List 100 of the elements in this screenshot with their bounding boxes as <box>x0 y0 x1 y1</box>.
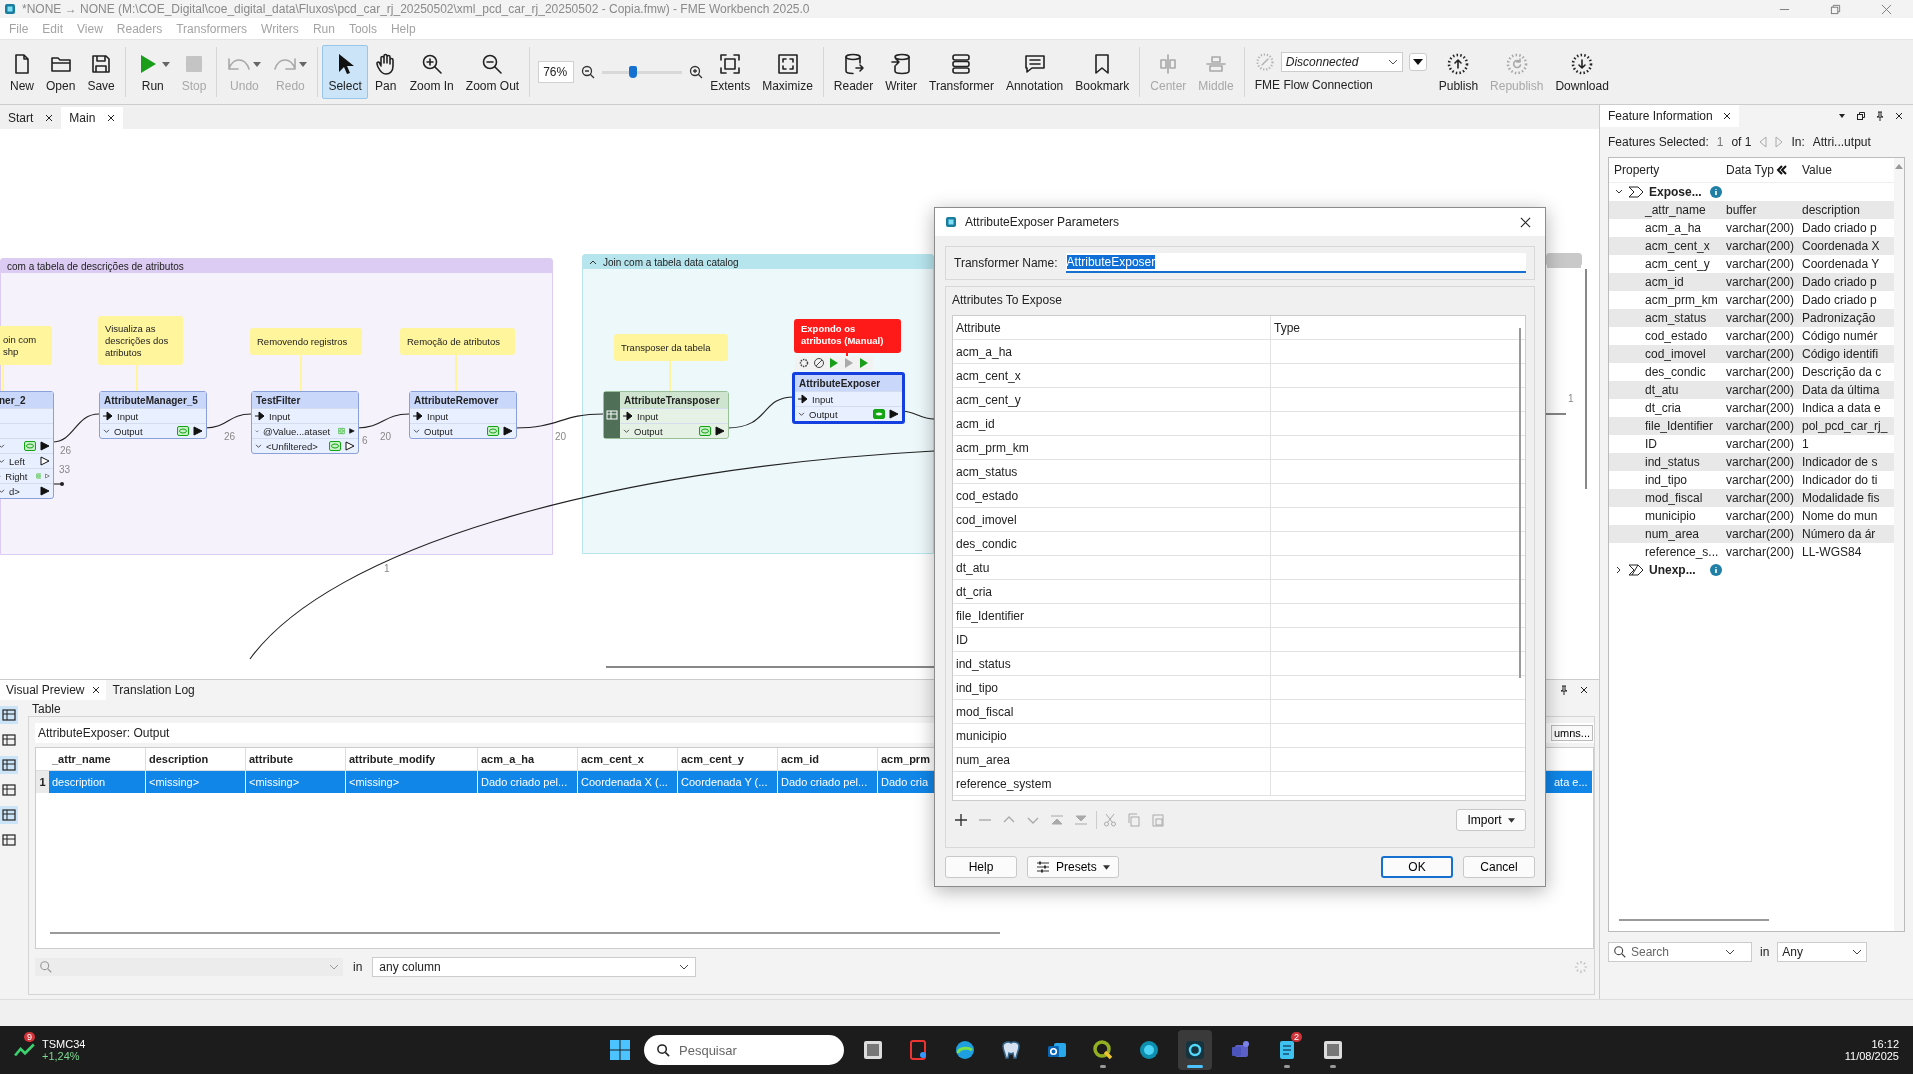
document-tab[interactable]: Start <box>0 107 62 129</box>
close-icon[interactable] <box>1894 111 1904 121</box>
close-icon[interactable] <box>107 114 116 122</box>
close-icon[interactable] <box>1579 685 1589 695</box>
search-field[interactable] <box>35 958 343 976</box>
table-cell[interactable]: acm_cent_y <box>953 388 1271 411</box>
zoom-field[interactable]: 76% <box>538 61 575 83</box>
stock-chart-icon[interactable] <box>14 1042 36 1058</box>
table-cell[interactable]: cod_imovel <box>953 508 1271 531</box>
toolbar-button[interactable]: Annotation <box>999 45 1070 99</box>
toolbar-button[interactable]: New <box>4 45 40 99</box>
float-icon[interactable] <box>1856 111 1866 121</box>
panel-tab[interactable]: Feature Information <box>1600 105 1739 127</box>
zoom-out-icon[interactable] <box>580 64 597 80</box>
expand-icon[interactable] <box>1615 188 1623 196</box>
table-cell[interactable]: des_condic <box>953 532 1271 555</box>
toolbar-button[interactable]: Transformer <box>923 45 1000 99</box>
eye-icon[interactable] <box>177 426 189 436</box>
toolbar-button[interactable]: Publish <box>1432 45 1485 99</box>
toolbar-button[interactable]: Bookmark <box>1069 45 1136 99</box>
table-cell[interactable]: acm_id <box>953 412 1271 435</box>
annotation-note[interactable]: Transposer da tabela <box>614 334 728 391</box>
taskbar-app[interactable] <box>1178 1030 1212 1070</box>
zoom-slider[interactable] <box>602 64 683 80</box>
add-icon[interactable] <box>952 811 970 829</box>
dropdown-button[interactable] <box>1408 53 1427 71</box>
column-header[interactable]: Value <box>1802 163 1894 177</box>
eye-icon[interactable] <box>873 409 885 419</box>
connection-dropdown[interactable]: Disconnected <box>1280 52 1403 72</box>
eye-icon[interactable] <box>487 426 499 436</box>
toolbar-button[interactable]: Writer <box>879 45 923 99</box>
transformer-node[interactable]: ner_2 Left Right d> <box>0 391 54 499</box>
restore-icon[interactable] <box>1830 3 1841 15</box>
toolbar-button[interactable]: Open <box>40 45 82 99</box>
eye-icon[interactable] <box>24 441 36 451</box>
column-header[interactable]: acm_cent_x <box>578 748 678 770</box>
transformer-node[interactable]: AttributeRemover Input Output <box>409 391 517 439</box>
presets-button[interactable]: Presets <box>1027 856 1119 878</box>
eye-icon[interactable] <box>329 441 341 451</box>
table-cell[interactable]: acm_cent_x <box>953 364 1271 387</box>
scope-dropdown[interactable]: Any <box>1777 942 1868 962</box>
table-icon[interactable] <box>0 756 18 774</box>
annotation-note[interactable]: Removendo registros <box>250 328 362 391</box>
table-cell[interactable]: dt_atu <box>953 556 1271 579</box>
toolbar-button[interactable]: Reader <box>827 45 880 99</box>
table-cell[interactable]: ID <box>953 628 1271 651</box>
columns-button[interactable]: umns... <box>1550 725 1593 741</box>
ok-button[interactable]: OK <box>1381 856 1453 878</box>
column-header[interactable]: _attr_name <box>49 748 146 770</box>
search-field[interactable]: Search <box>1608 942 1752 962</box>
toolbar-button[interactable]: Download <box>1549 45 1615 99</box>
eye-icon[interactable] <box>699 426 711 436</box>
collapse-icon[interactable] <box>1775 165 1788 175</box>
layout-icon[interactable] <box>0 731 18 749</box>
import-button[interactable]: Import <box>1456 809 1526 831</box>
help-button[interactable]: Help <box>945 856 1017 878</box>
gear-icon[interactable] <box>798 357 810 369</box>
close-icon[interactable] <box>45 114 54 122</box>
tree-group[interactable]: Unexp... <box>1609 561 1894 579</box>
table-cell[interactable]: dt_cria <box>953 580 1271 603</box>
transformer-node[interactable]: TestFilter Input @Value...ataset <Unfiltered> <box>251 391 359 454</box>
cancel-button[interactable]: Cancel <box>1463 856 1535 878</box>
table-cell[interactable]: reference_system <box>953 772 1271 795</box>
toolbar-button[interactable]: Select <box>322 45 368 99</box>
toolbar-button[interactable]: Run <box>129 45 176 99</box>
column-header[interactable]: Property <box>1609 163 1726 177</box>
toolbar-button[interactable]: Zoom Out <box>459 45 526 99</box>
panel-tab[interactable]: Translation Log <box>106 680 201 700</box>
disable-icon[interactable] <box>813 357 825 369</box>
table-cell[interactable]: acm_status <box>953 460 1271 483</box>
column-dropdown[interactable]: any column <box>372 957 697 977</box>
expand-icon[interactable] <box>1615 566 1623 574</box>
table-cell[interactable]: ind_status <box>953 652 1271 675</box>
zoom-in-icon[interactable] <box>688 64 705 80</box>
name-field[interactable]: AttributeExposer <box>1065 253 1526 273</box>
annotation-note[interactable]: Expondo os atributos (Manual) <box>794 319 901 356</box>
windows-logo-icon[interactable] <box>608 1038 632 1062</box>
panel-tab[interactable]: Visual Preview <box>0 680 107 700</box>
run-icon[interactable] <box>858 357 870 369</box>
table-cell[interactable]: num_area <box>953 748 1271 771</box>
table-cell[interactable]: ind_tipo <box>953 676 1271 699</box>
close-icon[interactable] <box>1520 216 1531 228</box>
column-header[interactable]: attribute <box>246 748 346 770</box>
collapse-icon[interactable] <box>589 259 597 265</box>
toolbar-button[interactable]: Extents <box>704 45 757 99</box>
column-header[interactable]: Data Typ <box>1726 163 1802 177</box>
scroll-up-icon[interactable] <box>1895 164 1903 169</box>
table-cell[interactable]: acm_prm_km <box>953 436 1271 459</box>
close-icon[interactable] <box>1722 112 1731 120</box>
column-header[interactable]: acm_a_ha <box>478 748 578 770</box>
table-cell[interactable]: mod_fiscal <box>953 700 1271 723</box>
table-cell[interactable]: cod_estado <box>953 484 1271 507</box>
column-header[interactable]: Type <box>1271 320 1300 335</box>
column-header[interactable]: attribute_modify <box>346 748 478 770</box>
toolbar-button[interactable]: Pan <box>367 45 404 99</box>
pin-icon[interactable] <box>1559 685 1569 695</box>
transformer-node[interactable]: AttributeManager_5 Input Output <box>99 391 207 439</box>
column-header[interactable]: Attribute <box>953 316 1271 339</box>
column-header[interactable]: acm_id <box>778 748 878 770</box>
table-cell[interactable]: municipio <box>953 724 1271 747</box>
